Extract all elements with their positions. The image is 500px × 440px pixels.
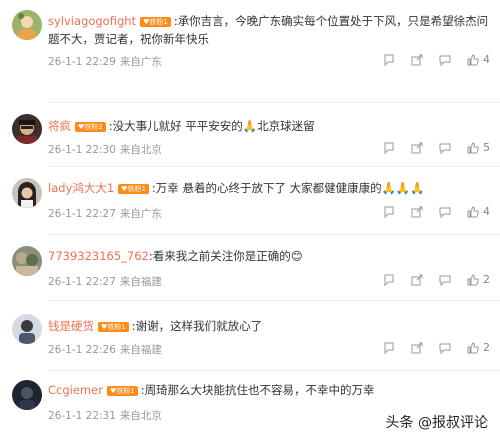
comment-body: 7739323165_762:看来我之前关注你是正确的😊 (48, 249, 303, 263)
forward-icon[interactable] (411, 54, 423, 66)
comment-source: 来自广东 (119, 56, 162, 68)
username-link[interactable]: sylviagogofight (48, 14, 136, 28)
comment-item: 将疯 ♥铁粉2:没大事儿就好 平平安安的🙏北京球迷留 26-1-1 22:30 来自… (0, 110, 500, 172)
comment-actions: 2 (383, 273, 490, 286)
comment-body: 钱是硬货 ♥铁粉1:谢谢，这样我们就放心了 (48, 319, 263, 333)
like-count: 4 (483, 205, 490, 218)
fan-badge[interactable]: ♥铁粉1 (140, 17, 171, 27)
comment-body: lady鸿大大1 ♥铁粉1:万幸 悬着的心终于放下了 大家都健健康康的🙏🙏🙏 (48, 181, 425, 195)
comment-item: 钱是硬货 ♥铁粉1:谢谢，这样我们就放心了 26-1-1 22:26 来自福建 2 (0, 310, 500, 372)
comment-icon[interactable] (439, 54, 451, 66)
username-link[interactable]: 7739323165_762 (48, 249, 149, 263)
thumbs-up-icon (467, 141, 479, 153)
comment-meta: 26-1-1 22:31 来自北京 (48, 408, 162, 423)
comment-actions: 2 (383, 341, 490, 354)
comment-icon[interactable] (439, 142, 451, 154)
comment-text: 谢谢，这样我们就放心了 (135, 319, 263, 333)
comment-time: 26-1-1 22:27 (48, 276, 116, 288)
comment-source: 来自福建 (119, 344, 162, 356)
thumbs-up-icon (467, 273, 479, 285)
like-button[interactable]: 4 (467, 53, 490, 66)
comment-time: 26-1-1 22:26 (48, 344, 116, 356)
like-button[interactable]: 2 (467, 273, 490, 286)
comment-meta: 26-1-1 22:27 来自福建 (48, 274, 162, 289)
avatar[interactable] (12, 178, 42, 208)
comment-icon[interactable] (439, 206, 451, 218)
divider (48, 102, 500, 103)
comment-actions: 5 (383, 141, 490, 154)
comment-icon[interactable] (439, 342, 451, 354)
divider (48, 166, 500, 167)
comment-time: 26-1-1 22:31 (48, 410, 116, 422)
like-button[interactable]: 4 (467, 205, 490, 218)
comment-time: 26-1-1 22:30 (48, 144, 116, 156)
forward-icon[interactable] (411, 342, 423, 354)
forward-icon[interactable] (411, 206, 423, 218)
avatar[interactable] (12, 114, 42, 144)
comment-meta: 26-1-1 22:27 来自广东 (48, 206, 162, 221)
comment-meta: 26-1-1 22:29 来自广东 (48, 54, 162, 69)
comment-text: 万幸 悬着的心终于放下了 大家都健健康康的🙏🙏🙏 (155, 181, 425, 195)
comment-meta: 26-1-1 22:26 来自福建 (48, 342, 162, 357)
like-count: 2 (483, 341, 490, 354)
comment-item: 7739323165_762:看来我之前关注你是正确的😊 26-1-1 22:2… (0, 242, 500, 304)
comment-body: Ccgiemer ♥铁粉1:周琦那么大块能抗住也不容易，不幸中的万幸 (48, 383, 375, 397)
fan-badge[interactable]: ♥铁粉2 (75, 122, 106, 132)
report-icon[interactable] (383, 206, 395, 218)
username-link[interactable]: 钱是硬货 (48, 319, 94, 333)
divider (48, 234, 500, 235)
comment-body: sylviagogofight ♥铁粉1:承你吉言，今晚广东确实每个位置处于下风，… (48, 14, 489, 46)
like-count: 2 (483, 273, 490, 286)
comment-actions: 4 (383, 205, 490, 218)
avatar[interactable] (12, 246, 42, 276)
report-icon[interactable] (383, 342, 395, 354)
report-icon[interactable] (383, 142, 395, 154)
fan-badge[interactable]: ♥铁粉1 (98, 322, 129, 332)
forward-icon[interactable] (411, 142, 423, 154)
fan-badge[interactable]: ♥铁粉1 (106, 386, 138, 396)
like-button[interactable]: 2 (467, 341, 490, 354)
divider (48, 370, 500, 371)
report-icon[interactable] (383, 54, 395, 66)
avatar[interactable] (12, 10, 42, 40)
comment-source: 来自福建 (119, 276, 162, 288)
comment-time: 26-1-1 22:29 (48, 56, 116, 68)
comment-actions: 4 (383, 53, 490, 66)
divider (48, 300, 500, 301)
comment-item: lady鸿大大1 ♥铁粉1:万幸 悬着的心终于放下了 大家都健健康康的🙏🙏🙏 26… (0, 174, 500, 236)
comment-time: 26-1-1 22:27 (48, 208, 116, 220)
comment-icon[interactable] (439, 274, 451, 286)
username-link[interactable]: lady鸿大大1 (48, 181, 114, 195)
comment-text: 周琦那么大块能抗住也不容易，不幸中的万幸 (144, 383, 375, 397)
comment-text: 看来我之前关注你是正确的😊 (152, 249, 303, 263)
thumbs-up-icon (467, 53, 479, 65)
comment-item: sylviagogofight ♥铁粉1:承你吉言，今晚广东确实每个位置处于下风，… (0, 6, 500, 103)
avatar[interactable] (12, 314, 42, 344)
watermark: 头条 @报叔评论 (381, 410, 492, 434)
comment-source: 来自北京 (119, 410, 162, 422)
thumbs-up-icon (467, 205, 479, 217)
comment-body: 将疯 ♥铁粉2:没大事儿就好 平平安安的🙏北京球迷留 (48, 119, 315, 133)
report-icon[interactable] (383, 274, 395, 286)
username-link[interactable]: Ccgiemer (48, 383, 103, 397)
avatar[interactable] (12, 380, 42, 410)
username-link[interactable]: 将疯 (48, 119, 71, 133)
thumbs-up-icon (467, 341, 479, 353)
comment-source: 来自北京 (119, 144, 162, 156)
comment-meta: 26-1-1 22:30 来自北京 (48, 142, 162, 157)
forward-icon[interactable] (411, 274, 423, 286)
like-count: 4 (483, 53, 490, 66)
comment-text: 没大事儿就好 平平安安的🙏北京球迷留 (112, 119, 315, 133)
like-count: 5 (483, 141, 490, 154)
watermark-text: 头条 @报叔评论 (385, 415, 488, 431)
like-button[interactable]: 5 (467, 141, 490, 154)
fan-badge[interactable]: ♥铁粉1 (118, 184, 149, 194)
comment-source: 来自广东 (119, 208, 162, 220)
